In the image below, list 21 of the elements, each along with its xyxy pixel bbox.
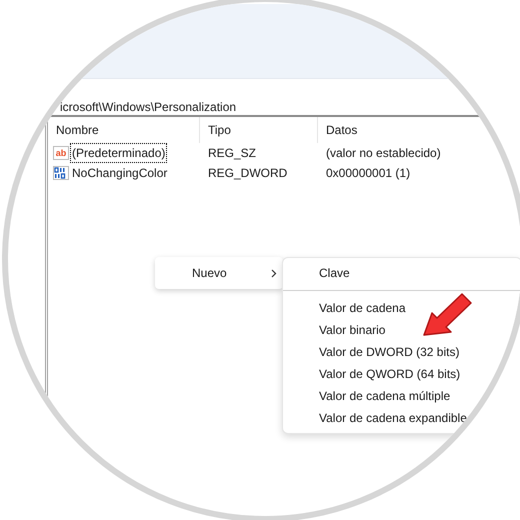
menu-item[interactable]: Valor de DWORD (32 bits): [283, 341, 520, 363]
table-cell-text: (valor no establecido): [325, 145, 442, 162]
menu-item[interactable]: Clave: [283, 262, 520, 284]
address-bar[interactable]: icrosoft\Windows\Personalization: [8, 99, 520, 117]
table-cell-text: 0x00000001 (1): [325, 165, 412, 182]
menu-item[interactable]: Valor de cadena: [283, 297, 520, 319]
menu-item[interactable]: Valor de QWORD (64 bits): [283, 363, 520, 385]
string-value-icon: ab: [53, 146, 69, 160]
menu-item[interactable]: Nuevo: [155, 259, 283, 287]
menu-item[interactable]: Valor de cadena múltiple: [283, 385, 520, 407]
column-header[interactable]: Nombre: [48, 117, 200, 143]
menu-item[interactable]: Valor binario: [283, 319, 520, 341]
binary-value-icon: [53, 166, 69, 180]
column-header[interactable]: Datos: [318, 117, 508, 143]
table-cell-text: REG_DWORD: [207, 165, 288, 182]
column-header[interactable]: Tipo: [200, 117, 318, 143]
value-name[interactable]: NoChangingColor: [71, 164, 168, 182]
menu-item[interactable]: Valor de cadena expandible: [283, 407, 520, 429]
table-cell-text: REG_SZ: [207, 145, 258, 162]
value-name[interactable]: (Predeterminado): [71, 144, 166, 162]
arrow-icon: [422, 291, 474, 337]
